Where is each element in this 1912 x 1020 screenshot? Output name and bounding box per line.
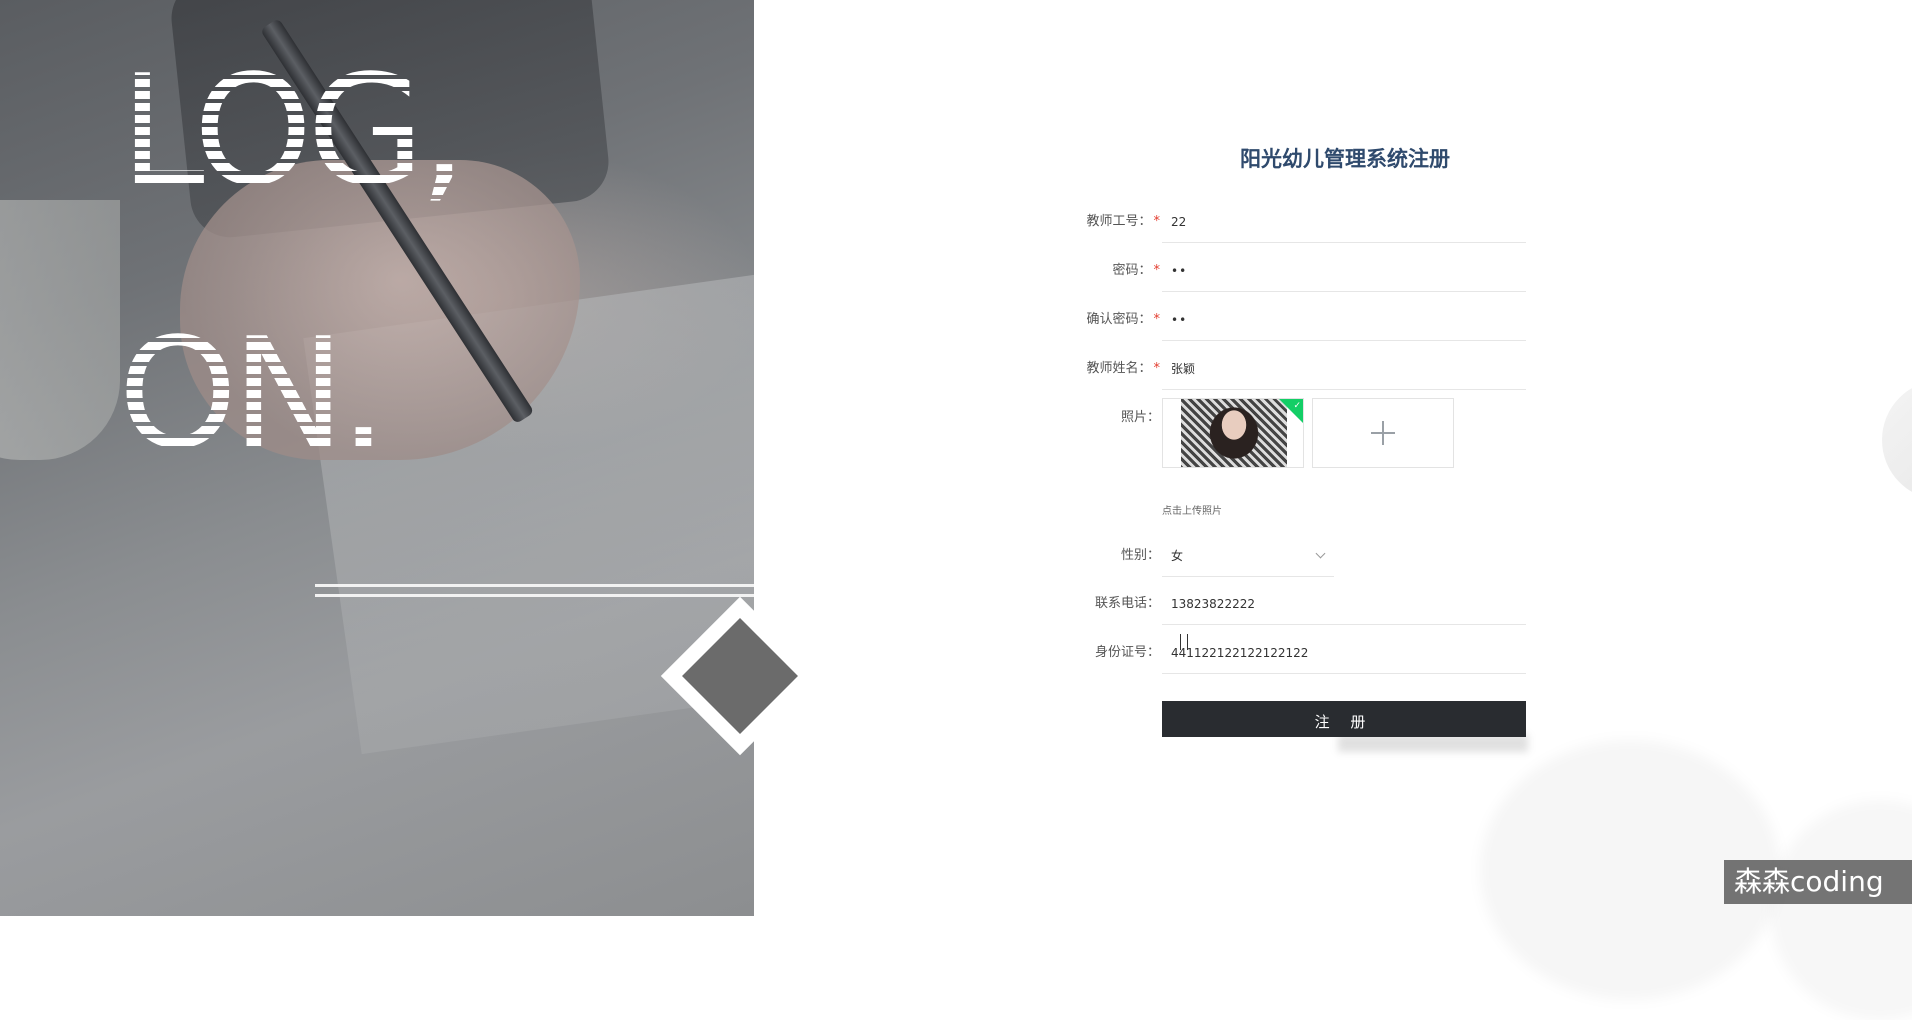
- chevron-down-icon: [1315, 548, 1326, 559]
- teacher-name-label: 教师姓名： *: [1086, 361, 1161, 376]
- hero-divider-bottom: [315, 594, 754, 597]
- required-mark: *: [1153, 361, 1161, 376]
- upload-success-badge: ✓: [1279, 399, 1303, 423]
- uploaded-photo-thumbnail[interactable]: ✓: [1162, 398, 1304, 468]
- row-gender: 性别： 女: [1060, 545, 1530, 595]
- check-icon: ✓: [1293, 401, 1301, 411]
- id-card-input[interactable]: 441122122122122122: [1162, 642, 1526, 674]
- hero-panel: LOG, ON.: [0, 0, 754, 916]
- row-password: 密码： * ••: [1060, 260, 1530, 310]
- hero-cup-shape: [0, 200, 120, 460]
- required-mark: *: [1153, 214, 1161, 229]
- upload-hint-text: 点击上传照片: [1162, 506, 1222, 517]
- photo-label: 照片：: [1120, 410, 1160, 425]
- id-card-label: 身份证号：: [1094, 645, 1160, 660]
- teacher-id-input[interactable]: 22: [1162, 211, 1526, 243]
- teacher-photo-image: [1181, 399, 1287, 467]
- watermark: 森森coding: [1724, 860, 1912, 904]
- hero-text-line2: ON.: [118, 305, 388, 482]
- gender-selected-value: 女: [1171, 549, 1184, 563]
- required-mark: *: [1153, 312, 1161, 327]
- hero-text-line1: LOG,: [120, 42, 467, 219]
- plus-icon: [1371, 421, 1395, 445]
- form-title: 阳光幼儿管理系统注册: [1240, 147, 1450, 171]
- row-id-card: 身份证号： 441122122122122122: [1060, 642, 1530, 692]
- required-mark: *: [1153, 263, 1161, 278]
- teacher-name-input[interactable]: 张颖: [1162, 358, 1526, 390]
- row-confirm-password: 确认密码： * ••: [1060, 309, 1530, 359]
- row-phone: 联系电话： 13823822222: [1060, 593, 1530, 643]
- confirm-password-input[interactable]: ••: [1162, 309, 1526, 341]
- gender-label: 性别：: [1120, 548, 1160, 563]
- gender-select[interactable]: 女: [1162, 545, 1334, 577]
- password-label: 密码： *: [1112, 263, 1161, 278]
- decor-blob-2: [1770, 800, 1912, 1020]
- text-cursor-icon: [1180, 634, 1188, 650]
- teacher-id-label: 教师工号： *: [1086, 214, 1161, 229]
- password-input[interactable]: ••: [1162, 260, 1526, 292]
- register-button[interactable]: 注 册: [1162, 701, 1526, 737]
- phone-label: 联系电话：: [1094, 596, 1160, 611]
- decor-circle: [1882, 380, 1912, 500]
- hero-divider-top: [315, 584, 754, 587]
- upload-photo-button[interactable]: [1312, 398, 1454, 468]
- phone-input[interactable]: 13823822222: [1162, 593, 1526, 625]
- row-teacher-id: 教师工号： * 22: [1060, 211, 1530, 261]
- confirm-password-label: 确认密码： *: [1086, 312, 1161, 327]
